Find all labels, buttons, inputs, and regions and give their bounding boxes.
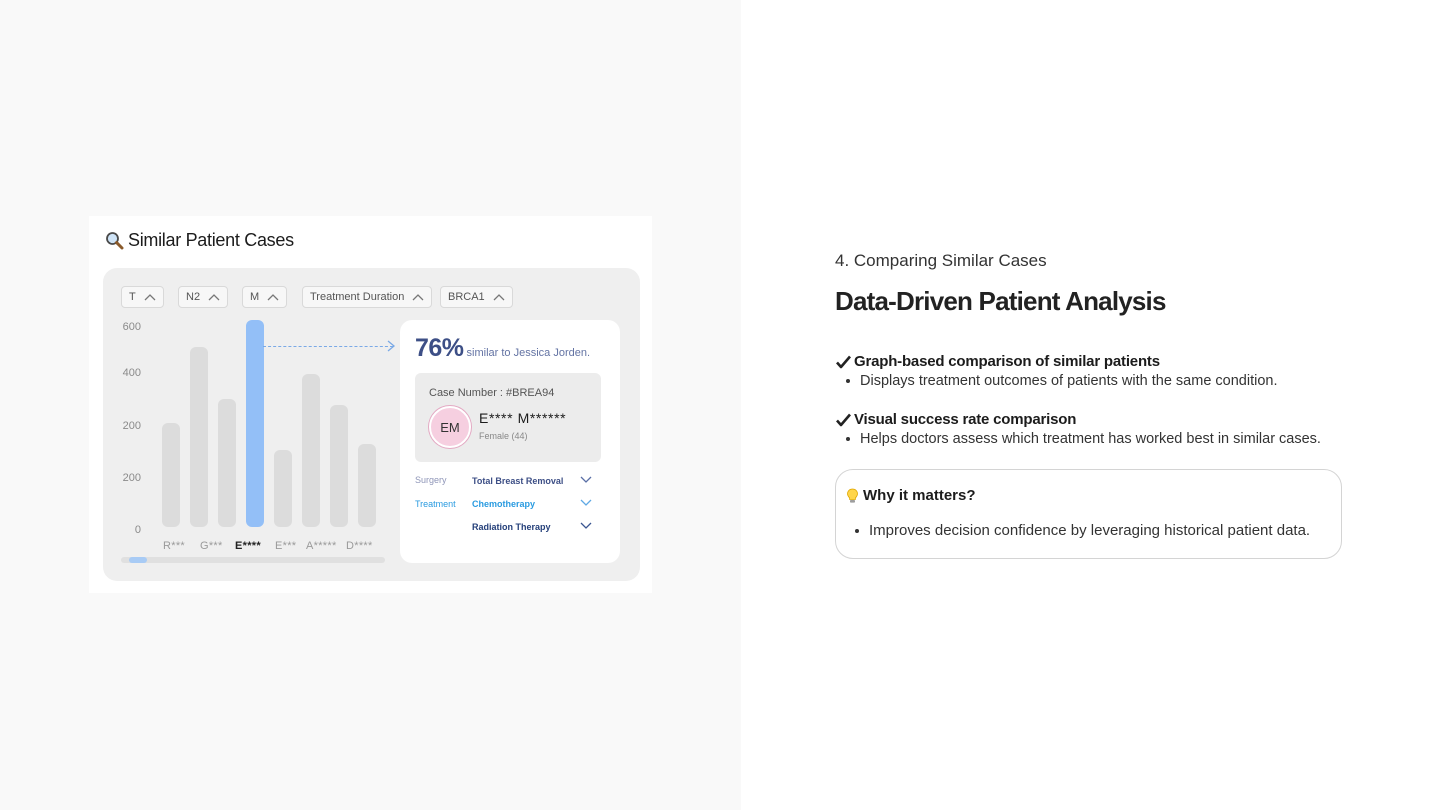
why-title: Why it matters? (846, 487, 976, 504)
feature-title-text: Visual success rate comparison (854, 411, 1077, 428)
chevron-up-icon (412, 294, 424, 301)
treatment-value-2: Radiation Therapy (472, 522, 551, 532)
feature-item: Visual success rate comparison Helps doc… (835, 411, 1321, 447)
chart-panel: T N2 M Treatment Duration BRCA1 600 400 200 200… (103, 268, 640, 581)
filter-chip-label: N2 (186, 291, 201, 303)
why-item: Improves decision confidence by leveragi… (846, 522, 1310, 539)
bar[interactable] (358, 444, 376, 527)
feature-title: Graph-based comparison of similar patien… (835, 353, 1277, 370)
chevron-down-icon[interactable] (580, 522, 592, 530)
chevron-up-icon (493, 294, 505, 301)
why-item-text: Improves decision confidence by leveragi… (869, 522, 1311, 539)
filter-chip-label: BRCA1 (448, 291, 485, 303)
x-tick-label: G*** (200, 540, 223, 552)
filter-chip[interactable]: Treatment Duration (302, 286, 433, 308)
x-tick-label: A***** (306, 540, 337, 552)
surgery-value: Total Breast Removal (472, 476, 564, 486)
chart-scrollbar[interactable] (121, 557, 385, 563)
arrow-right-icon (387, 340, 396, 352)
bar[interactable] (302, 374, 320, 527)
similar-cases-card: Similar Patient Cases T N2 M Treatment Dura… (89, 216, 652, 593)
why-title-text: Why it matters? (863, 487, 976, 504)
patient-meta: Female (44) (479, 431, 528, 441)
filter-chip[interactable]: M (242, 286, 288, 308)
feature-desc-text: Displays treatment outcomes of patients … (860, 373, 1278, 389)
section-headline: Data-Driven Patient Analysis (835, 286, 1166, 316)
chevron-down-icon[interactable] (580, 476, 592, 484)
feature-desc: Displays treatment outcomes of patients … (835, 373, 1277, 389)
magnifier-icon (106, 232, 124, 250)
match-detail-card: 76% similar to Jessica Jorden. Case Numb… (400, 320, 620, 563)
patient-name: E**** M****** (479, 410, 567, 426)
left-panel: Similar Patient Cases T N2 M Treatment Dura… (0, 0, 741, 810)
feature-title: Visual success rate comparison (835, 411, 1321, 428)
bar[interactable] (330, 405, 348, 527)
feature-desc: Helps doctors assess which treatment has… (835, 431, 1321, 447)
surgery-label: Surgery (415, 475, 447, 485)
bar[interactable] (162, 423, 180, 527)
bar[interactable] (274, 450, 292, 527)
case-number: Case Number : #BREA94 (429, 387, 555, 399)
bar[interactable] (190, 347, 208, 527)
card-title-text: Similar Patient Cases (128, 230, 294, 250)
chevron-up-icon (267, 294, 279, 301)
bullet-icon (846, 379, 850, 383)
filter-chip-label: M (250, 291, 260, 303)
similarity-percent: 76% (415, 334, 464, 362)
right-panel: 4. Comparing Similar Cases Data-Driven P… (741, 0, 1440, 810)
y-tick-label: 200 (122, 420, 141, 432)
similarity-text: similar to Jessica Jorden. (466, 347, 591, 359)
bar-highlighted[interactable] (246, 320, 264, 527)
lightbulb-icon (847, 488, 858, 503)
bullet-icon (855, 528, 859, 533)
filter-chip-label: T (129, 291, 136, 303)
y-tick-label: 0 (134, 524, 141, 536)
x-tick-label: D**** (346, 540, 373, 552)
card-title: Similar Patient Cases (105, 230, 294, 251)
similarity-row: 76% similar to Jessica Jorden. (415, 334, 590, 363)
avatar: EM (429, 406, 471, 448)
filter-chip[interactable]: N2 (178, 286, 229, 308)
checkmark-icon (836, 413, 851, 426)
chevron-down-icon[interactable] (580, 499, 592, 507)
chevron-up-icon (144, 294, 156, 301)
filter-chip[interactable]: BRCA1 (440, 286, 513, 308)
x-tick-label: E*** (275, 540, 297, 552)
y-tick-label: 600 (122, 321, 141, 333)
x-tick-label: R*** (163, 540, 185, 552)
bullet-icon (846, 437, 850, 441)
feature-item: Graph-based comparison of similar patien… (835, 353, 1277, 389)
section-eyebrow: 4. Comparing Similar Cases (835, 251, 1047, 270)
chart-scrollbar-thumb[interactable] (129, 557, 147, 563)
chevron-up-icon (208, 294, 220, 301)
connector-line (263, 346, 393, 347)
y-tick-label: 200 (122, 472, 141, 484)
treatment-value-1: Chemotherapy (472, 499, 536, 509)
filter-chip[interactable]: T (121, 286, 164, 308)
feature-desc-text: Helps doctors assess which treatment has… (860, 431, 1321, 447)
filter-chip-label: Treatment Duration (310, 291, 405, 303)
case-summary[interactable]: Case Number : #BREA94 EM E**** M****** F… (415, 373, 601, 462)
treatment-label: Treatment (415, 499, 456, 509)
feature-title-text: Graph-based comparison of similar patien… (854, 353, 1160, 370)
why-it-matters-box: Why it matters? Improves decision confid… (835, 469, 1342, 559)
bar[interactable] (218, 399, 236, 527)
y-tick-label: 400 (122, 367, 141, 379)
x-tick-label: E**** (235, 540, 261, 552)
checkmark-icon (836, 355, 851, 368)
